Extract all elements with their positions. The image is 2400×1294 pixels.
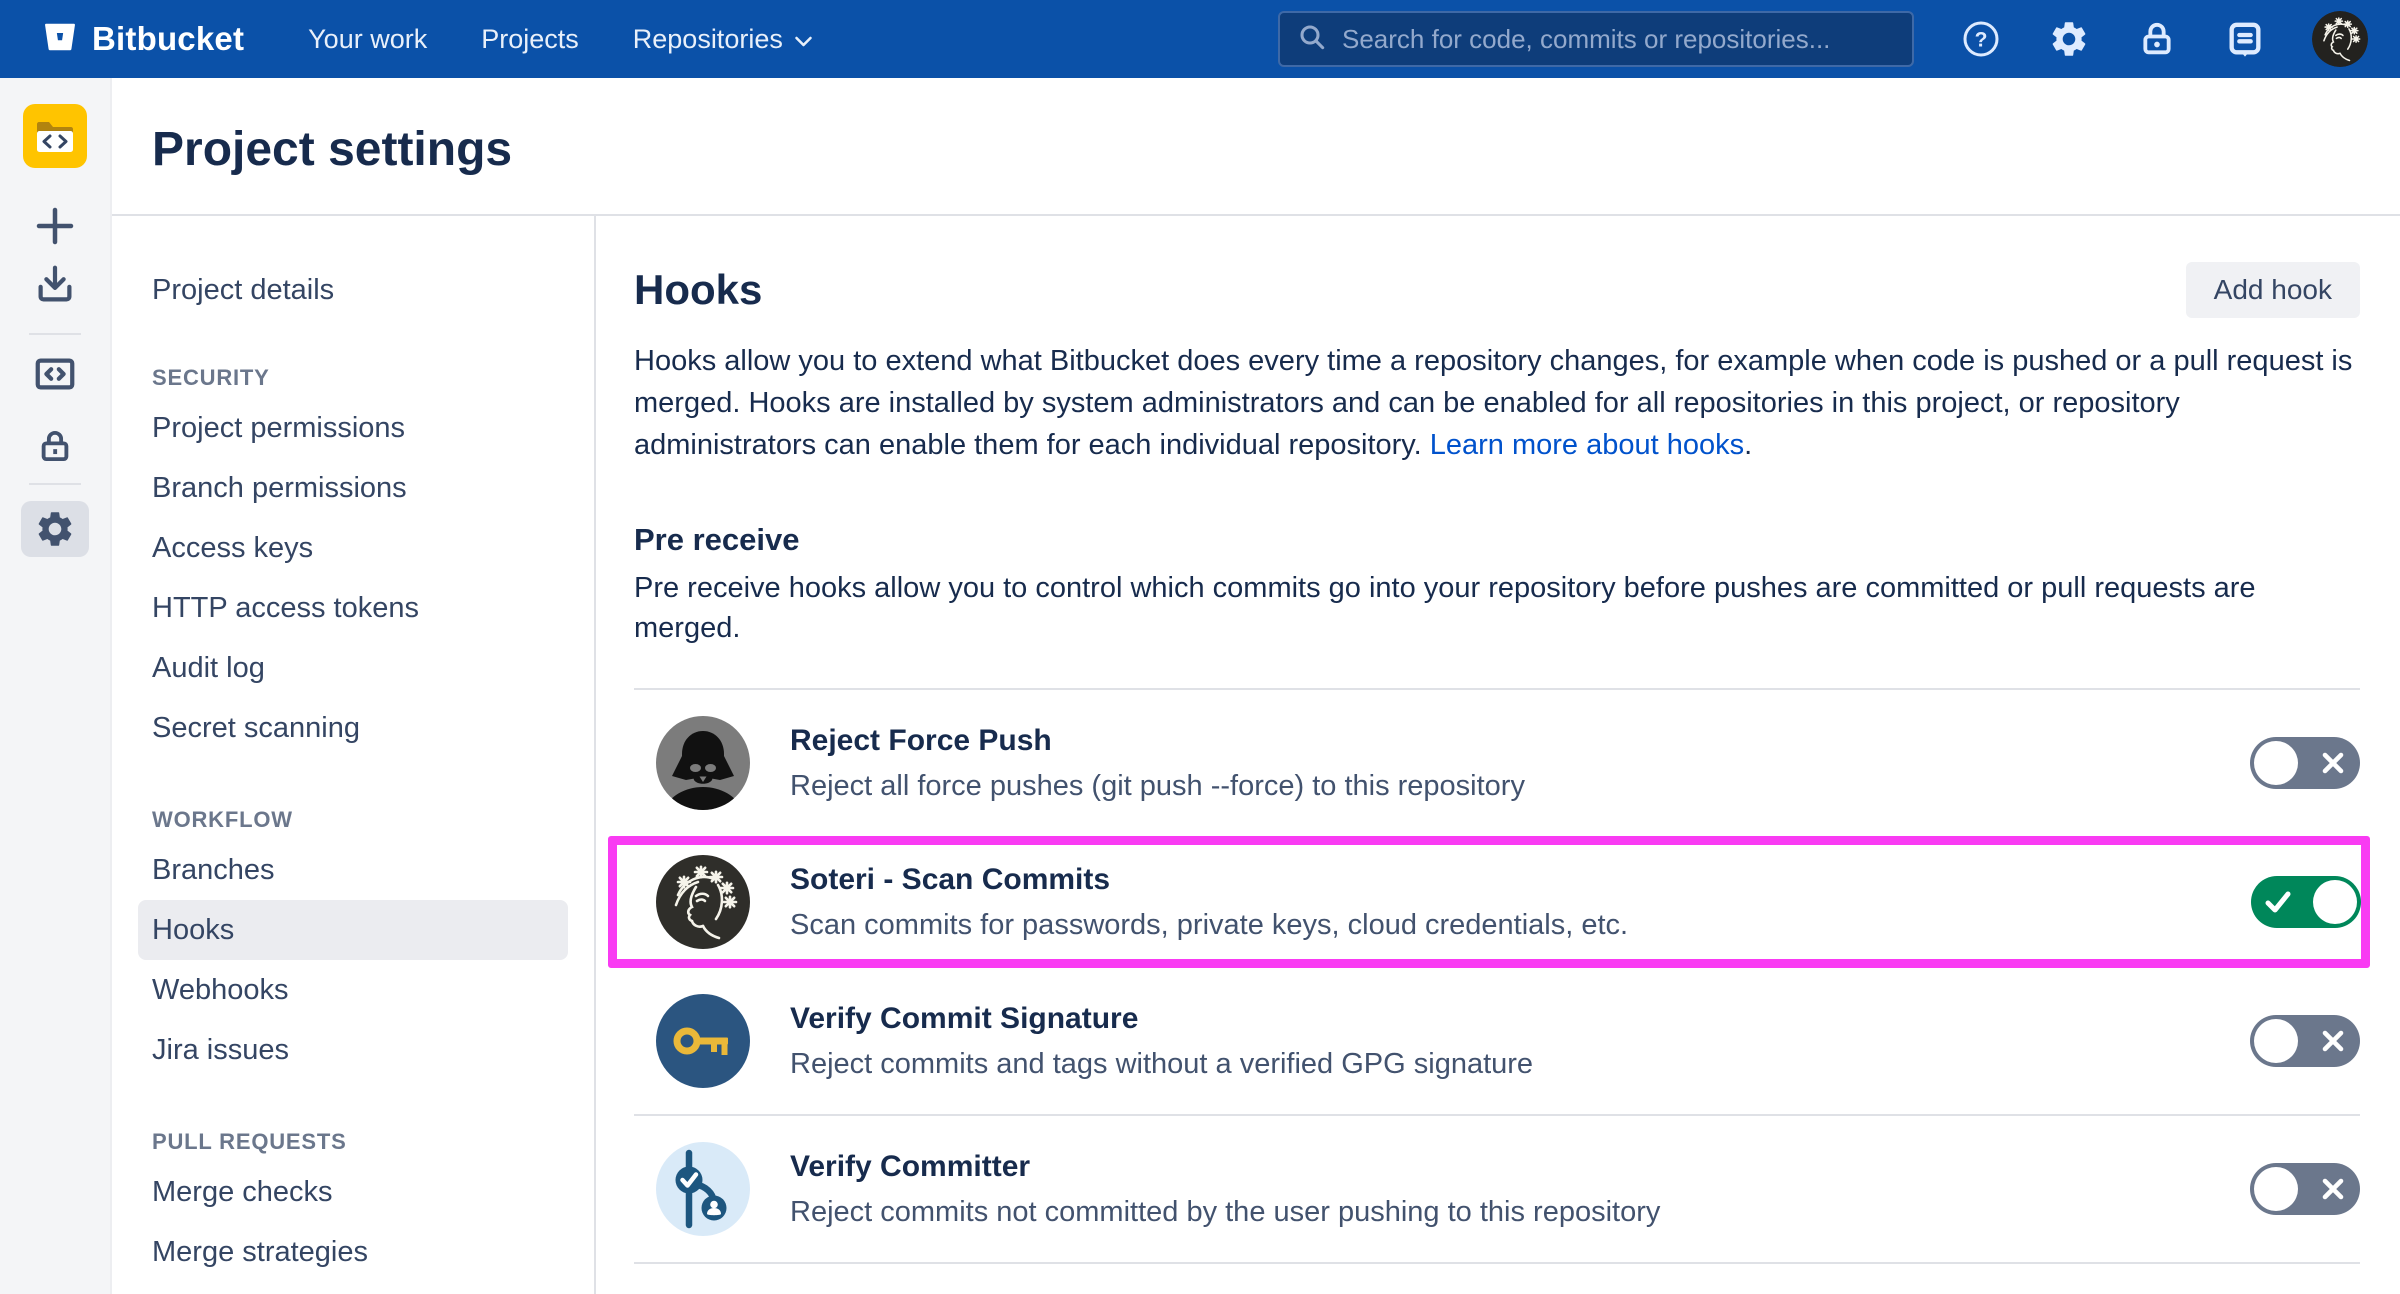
primary-nav: Your work Projects Repositories xyxy=(308,24,813,55)
sidebar-item-merge-checks[interactable]: Merge checks xyxy=(112,1162,594,1222)
sidebar-item-project-details[interactable]: Project details xyxy=(112,260,594,320)
hook-row: Reject Force Push Reject all force pushe… xyxy=(634,690,2360,838)
sidebar-section-pull-requests: PULL REQUESTS xyxy=(112,1122,594,1162)
svg-text:?: ? xyxy=(1975,29,1988,52)
sidebar-item-jira-issues[interactable]: Jira issues xyxy=(112,1020,594,1080)
admin-settings-gear-icon[interactable] xyxy=(2048,18,2090,60)
pre-receive-description: Pre receive hooks allow you to control w… xyxy=(634,568,2334,648)
security-lock-icon[interactable] xyxy=(32,423,78,469)
nav-projects[interactable]: Projects xyxy=(481,24,579,55)
learn-more-link[interactable]: Learn more about hooks xyxy=(1430,429,1744,461)
hook-list: Reject Force Push Reject all force pushe… xyxy=(634,688,2360,1264)
sidebar-item-access-keys[interactable]: Access keys xyxy=(112,518,594,578)
sidebar-item-secret-scanning[interactable]: Secret scanning xyxy=(112,698,594,758)
page-title: Project settings xyxy=(152,122,512,177)
hook-row: Soteri - Scan Commits Scan commits for p… xyxy=(608,836,2370,968)
rail-divider xyxy=(29,333,81,335)
brand-label: Bitbucket xyxy=(92,20,244,58)
hook-title: Verify Commit Signature xyxy=(790,1002,1533,1036)
top-navbar: Bitbucket Your work Projects Repositorie… xyxy=(0,0,2400,78)
hook-description: Reject all force pushes (git push --forc… xyxy=(790,770,1525,803)
soteri-face-avatar xyxy=(656,855,750,949)
bitbucket-project-settings-page: Bitbucket Your work Projects Repositorie… xyxy=(0,0,2400,1294)
user-avatar[interactable] xyxy=(2312,11,2368,67)
sidebar-section-workflow: WORKFLOW xyxy=(112,800,594,840)
hook-row: Verify Committer Reject commits not comm… xyxy=(634,1116,2360,1264)
hook-toggle[interactable] xyxy=(2250,1015,2360,1067)
toggle-knob xyxy=(2254,1167,2298,1211)
nav-your-work[interactable]: Your work xyxy=(308,24,427,55)
hook-toggle[interactable] xyxy=(2250,737,2360,789)
settings-sidebar: Project details SECURITY Project permiss… xyxy=(112,216,596,1294)
hooks-heading: Hooks xyxy=(634,266,762,314)
bitbucket-logo-icon xyxy=(42,19,78,60)
hook-title: Reject Force Push xyxy=(790,724,1525,758)
sidebar-item-audit-log[interactable]: Audit log xyxy=(112,638,594,698)
sidebar-item-webhooks[interactable]: Webhooks xyxy=(112,960,594,1020)
darth-vader-avatar xyxy=(656,716,750,810)
hook-description: Scan commits for passwords, private keys… xyxy=(790,909,1628,942)
import-download-icon[interactable] xyxy=(32,261,78,307)
main-content: Hooks Add hook Hooks allow you to extend… xyxy=(598,216,2400,1294)
source-code-icon[interactable] xyxy=(32,351,78,397)
help-icon[interactable]: ? xyxy=(1960,18,2002,60)
sidebar-item-project-permissions[interactable]: Project permissions xyxy=(112,398,594,458)
hook-toggle[interactable] xyxy=(2250,1163,2360,1215)
left-rail xyxy=(0,78,112,1294)
hook-description: Reject commits not committed by the user… xyxy=(790,1196,1660,1229)
gold-key-avatar xyxy=(656,994,750,1088)
chevron-down-icon xyxy=(794,24,813,55)
sidebar-item-branches[interactable]: Branches xyxy=(112,840,594,900)
hook-toggle[interactable] xyxy=(2251,876,2361,928)
sidebar-item-hooks[interactable]: Hooks xyxy=(138,900,568,960)
page-header: Project settings xyxy=(112,78,2400,216)
search-icon xyxy=(1296,21,1328,58)
lock-icon[interactable] xyxy=(2136,18,2178,60)
toggle-knob xyxy=(2254,1019,2298,1063)
sidebar-item-branch-permissions[interactable]: Branch permissions xyxy=(112,458,594,518)
toggle-knob xyxy=(2254,741,2298,785)
nav-repositories[interactable]: Repositories xyxy=(633,24,813,55)
sidebar-item-http-access-tokens[interactable]: HTTP access tokens xyxy=(112,578,594,638)
navbar-right-cluster: ? xyxy=(1278,11,2368,67)
bitbucket-home-link[interactable]: Bitbucket xyxy=(42,19,244,60)
commit-graph-user-avatar xyxy=(656,1142,750,1236)
project-settings-gear-icon[interactable] xyxy=(21,501,89,557)
hook-description: Reject commits and tags without a verifi… xyxy=(790,1048,1533,1081)
sidebar-section-security: SECURITY xyxy=(112,358,594,398)
pre-receive-heading: Pre receive xyxy=(634,522,2360,558)
search-input[interactable] xyxy=(1342,24,1896,55)
feedback-icon[interactable] xyxy=(2224,18,2266,60)
rail-divider xyxy=(29,483,81,485)
toggle-knob xyxy=(2313,880,2357,924)
hook-title: Soteri - Scan Commits xyxy=(790,863,1628,897)
sidebar-item-merge-strategies[interactable]: Merge strategies xyxy=(112,1222,594,1282)
global-search[interactable] xyxy=(1278,11,1914,67)
project-avatar[interactable] xyxy=(23,104,87,168)
create-plus-icon[interactable] xyxy=(32,203,78,249)
hook-title: Verify Committer xyxy=(790,1150,1660,1184)
hook-row: Verify Commit Signature Reject commits a… xyxy=(634,968,2360,1116)
add-hook-button[interactable]: Add hook xyxy=(2186,262,2360,318)
hooks-intro: Hooks allow you to extend what Bitbucket… xyxy=(634,340,2360,466)
